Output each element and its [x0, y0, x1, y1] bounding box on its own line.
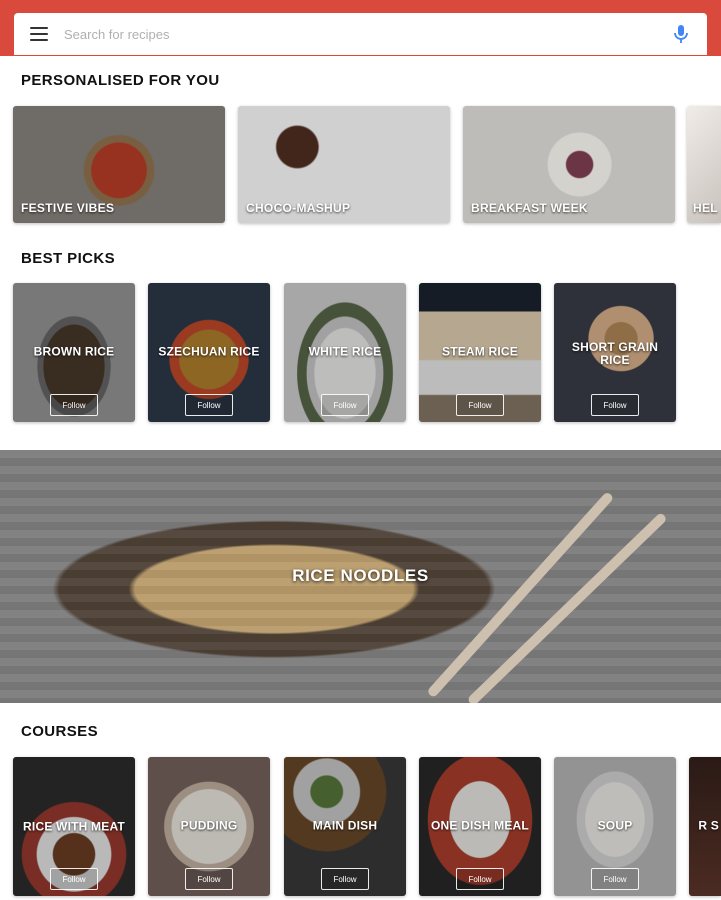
best-pick-card[interactable]: SHORT GRAIN RICE Follow [554, 283, 676, 422]
search-bar [14, 13, 707, 55]
card-label: FESTIVE VIBES [21, 201, 115, 215]
card-label: STEAM RICE [441, 344, 518, 359]
personalised-card[interactable]: HEL [687, 106, 721, 223]
course-card[interactable]: MAIN DISH Follow [284, 757, 406, 896]
follow-button[interactable]: Follow [185, 868, 233, 890]
card-label: WHITE RICE [308, 344, 382, 359]
follow-button[interactable]: Follow [185, 394, 233, 416]
best-pick-card[interactable]: STEAM RICE Follow [419, 283, 541, 422]
follow-button[interactable]: Follow [591, 868, 639, 890]
card-label: BREAKFAST WEEK [471, 201, 588, 215]
follow-button[interactable]: Follow [321, 394, 369, 416]
card-label: PUDDING [180, 818, 238, 833]
menu-icon[interactable] [30, 27, 48, 41]
follow-button[interactable]: Follow [50, 868, 98, 890]
personalised-card[interactable]: BREAKFAST WEEK [463, 106, 675, 223]
follow-button[interactable]: Follow [456, 868, 504, 890]
card-label: CHOCO-MASHUP [246, 201, 351, 215]
card-label: SHORT GRAIN RICE [571, 340, 659, 367]
card-label: RICE WITH MEAT [23, 819, 125, 834]
course-card[interactable]: R S [689, 757, 721, 896]
section-title-best-picks: BEST PICKS [21, 250, 116, 267]
course-card[interactable]: SOUP Follow [554, 757, 676, 896]
course-card[interactable]: PUDDING Follow [148, 757, 270, 896]
follow-button[interactable]: Follow [321, 868, 369, 890]
banner-label: RICE NOODLES [292, 566, 429, 585]
search-input[interactable] [64, 26, 669, 42]
card-label: HEL [693, 201, 718, 215]
personalised-card[interactable]: FESTIVE VIBES [13, 106, 225, 223]
section-title-personalised: PERSONALISED FOR YOU [21, 72, 220, 89]
best-pick-card[interactable]: SZECHUAN RICE Follow [148, 283, 270, 422]
microphone-icon[interactable] [669, 22, 693, 46]
follow-button[interactable]: Follow [456, 394, 504, 416]
card-label: SZECHUAN RICE [158, 344, 260, 359]
card-label: MAIN DISH [312, 818, 378, 833]
course-card[interactable]: ONE DISH MEAL Follow [419, 757, 541, 896]
best-pick-card[interactable]: WHITE RICE Follow [284, 283, 406, 422]
section-title-courses: COURSES [21, 723, 98, 740]
personalised-card[interactable]: CHOCO-MASHUP [238, 106, 450, 223]
follow-button[interactable]: Follow [591, 394, 639, 416]
card-label: ONE DISH MEAL [431, 818, 529, 833]
featured-banner[interactable]: RICE NOODLES [0, 450, 721, 703]
card-label: BROWN RICE [33, 344, 115, 359]
card-label: R S [698, 818, 719, 833]
follow-button[interactable]: Follow [50, 394, 98, 416]
card-label: SOUP [597, 818, 633, 833]
course-card[interactable]: RICE WITH MEAT Follow [13, 757, 135, 896]
best-pick-card[interactable]: BROWN RICE Follow [13, 283, 135, 422]
